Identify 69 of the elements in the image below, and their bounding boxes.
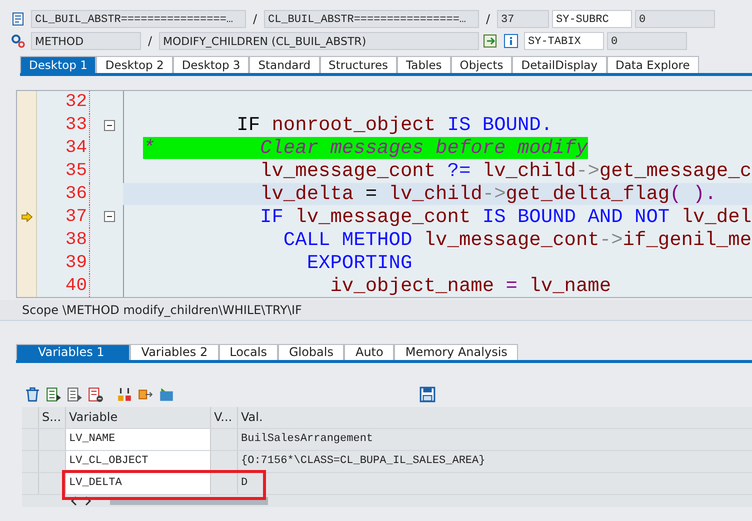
method-field[interactable]: MODIFY_CHILDREN (CL_BUIL_ABSTR) (159, 32, 479, 50)
line-number: 40 (37, 274, 90, 297)
list-icon[interactable] (66, 386, 83, 402)
scroll-right-icon[interactable] (84, 496, 92, 506)
variables-tab[interactable]: Globals (278, 344, 344, 360)
desktop-tab[interactable]: Data Explore (606, 56, 699, 73)
value-cell-text: D (240, 476, 249, 491)
code-line: iv_object_name = lv_name (329, 274, 612, 297)
export-icon[interactable] (482, 33, 498, 49)
line-number: 34 (37, 136, 90, 160)
code-line: CALL METHOD lv_message_cont->if_genil_me (282, 228, 752, 252)
desktop-tab[interactable]: DetailDisplay (512, 56, 607, 73)
collapse-icon[interactable] (104, 120, 115, 131)
system-value-field[interactable]: 0 (607, 32, 687, 50)
separator-slash: / (252, 12, 258, 26)
scroll-left-icon[interactable] (70, 496, 78, 506)
line-field[interactable]: 37 (497, 10, 549, 28)
line-number: 32 (37, 91, 90, 114)
gears-icon (10, 33, 26, 49)
system-variable-field[interactable]: SY-TABIX (524, 32, 604, 50)
desktop-tab[interactable]: Desktop 1 (20, 56, 96, 73)
column-header[interactable]: S... (39, 407, 66, 428)
program-field[interactable]: CL_BUIL_ABSTR================… (31, 10, 246, 28)
variable-cell[interactable]: LV_NAME (66, 429, 211, 450)
collapse-icon[interactable] (104, 211, 115, 222)
list-insert-icon[interactable] (45, 386, 62, 402)
desktop-tab[interactable]: Standard (249, 56, 320, 73)
desktop-tab[interactable]: Desktop 3 (172, 56, 250, 73)
variable-cell[interactable]: LV_DELTA (66, 473, 211, 494)
code-line: IF lv_message_cont IS BOUND AND NOT lv_del (259, 205, 752, 228)
arrange-icon[interactable] (116, 386, 133, 402)
variables-tab[interactable]: Auto (344, 344, 394, 360)
scope-path: Scope \METHOD modify_children\WHILE\TRY\IF (0, 300, 752, 321)
code-line: lv_message_cont ?= lv_child->get_message_c (259, 160, 752, 183)
line-number: 38 (37, 228, 90, 252)
line-number: 37 (37, 205, 90, 228)
column-header[interactable]: Variable (66, 407, 211, 428)
type-field[interactable]: METHOD (31, 32, 141, 50)
line-number: 39 (37, 251, 90, 274)
info-icon[interactable] (503, 33, 519, 49)
line-number: 35 (37, 160, 90, 183)
column-header[interactable]: V... (211, 407, 238, 428)
document-icon (10, 11, 26, 27)
variables-tab[interactable]: Locals (218, 344, 278, 360)
value-cell-text: BuilSalesArrangement (240, 432, 374, 447)
separator-slash: / (146, 34, 154, 48)
separator-slash: / (484, 12, 492, 26)
desktop-tab[interactable]: Structures (320, 56, 398, 73)
code-line: IF nonroot_object IS BOUND. (236, 114, 554, 137)
system-value-field[interactable]: 0 (635, 10, 715, 28)
variables-tab[interactable]: Memory Analysis (394, 344, 518, 360)
code-line: EXPORTING (306, 251, 414, 274)
desktop-tab[interactable]: Objects (450, 56, 512, 73)
variable-cell[interactable]: LV_CL_OBJECT (66, 451, 211, 472)
variables-tab[interactable]: Variables 2 (130, 344, 219, 360)
desktop-tab[interactable]: Desktop 2 (96, 56, 173, 73)
value-cell-text: {O:7156*\CLASS=CL_BUPA_IL_SALES_AREA} (240, 454, 486, 469)
desktop-tab[interactable]: Tables (397, 56, 451, 73)
trash-icon[interactable] (24, 386, 41, 402)
column-header[interactable]: Val. (238, 407, 752, 428)
current-statement-arrow-icon (21, 212, 33, 222)
save-icon[interactable] (419, 386, 436, 402)
line-number: 33 (37, 114, 90, 137)
variables-tab[interactable]: Variables 1 (16, 344, 130, 360)
line-number: 36 (37, 182, 90, 206)
list-delete-icon[interactable] (87, 386, 104, 402)
folder-icon[interactable] (158, 386, 175, 402)
system-variable-field[interactable]: SY-SUBRC (552, 10, 632, 28)
include-field[interactable]: CL_BUIL_ABSTR================… (264, 10, 479, 28)
